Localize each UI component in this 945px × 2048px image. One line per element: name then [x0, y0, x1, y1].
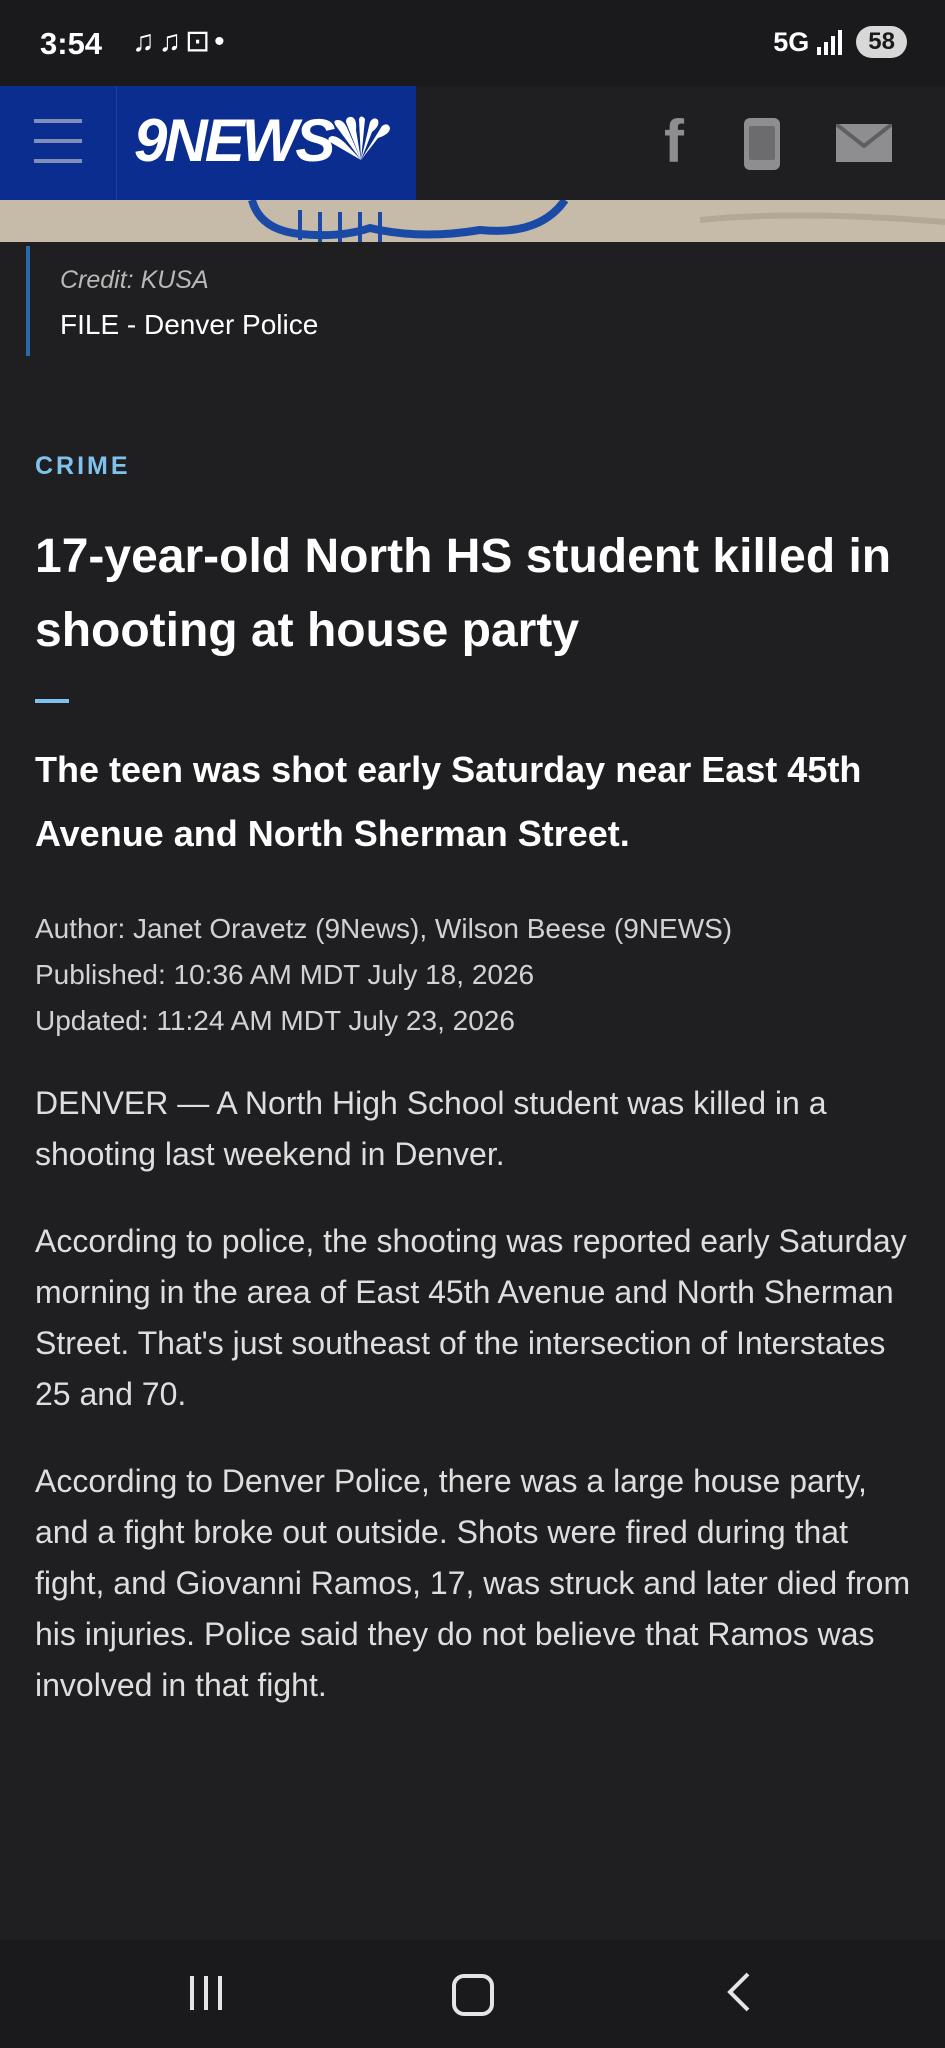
image-caption: Credit: KUSA FILE - Denver Police [26, 246, 318, 356]
author-line: Author: Janet Oravetz (9News), Wilson Be… [35, 913, 733, 944]
facebook-icon[interactable]: f [652, 110, 696, 174]
site-header: 9NEWS f [0, 86, 945, 200]
home-icon[interactable] [452, 1974, 494, 2016]
site-logo[interactable]: 9NEWS [134, 106, 335, 175]
brand-block: 9NEWS [0, 86, 416, 200]
phone-icon[interactable] [744, 118, 780, 170]
menu-icon-line [34, 139, 82, 143]
body-paragraph: DENVER — A North High School student was… [35, 1085, 827, 1172]
menu-button[interactable] [0, 86, 117, 200]
status-right: 5G 58 [773, 26, 907, 58]
category-label[interactable]: CRIME [35, 452, 131, 481]
mail-icon[interactable] [836, 124, 892, 162]
published-date: Published: 10:36 AM MDT July 18, 2026 [35, 959, 535, 990]
body-paragraph: According to Denver Police, there was a … [35, 1463, 911, 1703]
signal-icon [817, 29, 843, 55]
screenshot-icon: ⊡ [185, 25, 215, 58]
recents-icon[interactable] [190, 1976, 226, 2010]
lead-image-graphic [0, 200, 945, 242]
menu-icon-line [34, 159, 82, 163]
music-note-icon: ♫ [132, 25, 159, 58]
system-nav-bar [0, 1940, 945, 2048]
body-paragraph: According to police, the shooting was re… [35, 1223, 907, 1412]
accent-divider [35, 699, 69, 703]
battery-indicator: 58 [856, 26, 907, 58]
status-time: 3:54 [40, 26, 103, 61]
updated-date: Updated: 11:24 AM MDT July 23, 2026 [35, 1005, 515, 1036]
notification-icons: ♫♫⊡• [132, 24, 229, 59]
article-headline: 17-year-old North HS student killed in s… [35, 530, 892, 657]
dot-icon: • [214, 25, 229, 58]
music-note-icon: ♫ [158, 25, 185, 58]
image-credit: Credit: KUSA [60, 266, 209, 294]
menu-icon [34, 119, 82, 123]
peacock-logo-icon [328, 116, 390, 160]
lead-image [0, 200, 945, 242]
status-bar: 3:54 ♫♫⊡• 5G 58 [0, 0, 945, 86]
article-meta: Author: Janet Oravetz (9News), Wilson Be… [35, 906, 915, 1044]
caption-title: FILE - Denver Police [60, 309, 319, 340]
article-body: DENVER — A North High School student was… [35, 1078, 920, 1747]
article-subheadline: The teen was shot early Saturday near Ea… [35, 749, 862, 854]
back-icon[interactable] [720, 1970, 760, 2014]
network-label: 5G [773, 26, 810, 57]
